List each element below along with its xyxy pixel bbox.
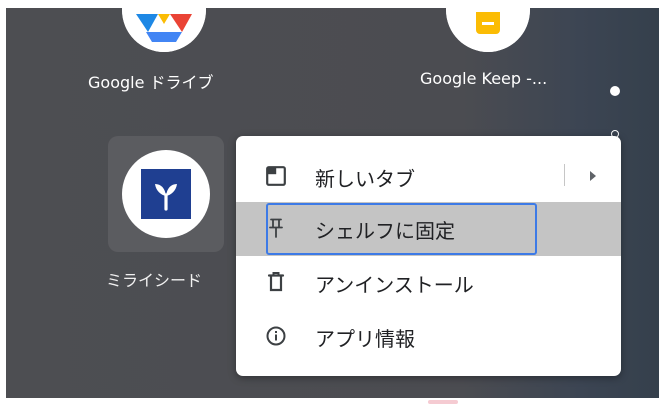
google-drive-icon[interactable] [122,8,206,52]
menu-item-label: 新しいタブ [315,167,415,191]
trash-icon [264,270,288,294]
app-tile-miraiseed[interactable] [108,136,224,252]
menu-item-label: シェルフに固定 [315,219,455,243]
miraiseed-sprout-icon [122,150,210,238]
bottom-strip [0,398,659,406]
google-keep-icon[interactable] [446,8,530,52]
menu-item-app-info[interactable]: アプリ情報 [236,310,621,364]
info-icon [264,324,288,348]
menu-item-label: アンインストール [315,273,474,297]
menu-item-uninstall[interactable]: アンインストール [236,256,621,310]
app-label-google-keep[interactable]: Google Keep -... [420,69,547,88]
app-label-google-drive[interactable]: Google ドライブ [88,69,214,93]
shelf-edge-mark [428,400,458,404]
menu-item-label: アプリ情報 [315,327,415,351]
menu-item-new-tab[interactable]: 新しいタブ [236,150,621,204]
submenu-divider [564,164,565,186]
menu-item-pin-to-shelf[interactable]: シェルフに固定 [236,202,621,256]
pin-icon [264,216,288,240]
submenu-arrow-icon[interactable] [587,168,599,184]
open-tab-icon [264,164,288,188]
app-context-menu: 新しいタブ シェルフに固定 アンインストール アプリ情報 [236,136,621,376]
page-indicator-active[interactable] [610,86,620,96]
app-label-miraiseed[interactable]: ミライシード [106,267,202,291]
